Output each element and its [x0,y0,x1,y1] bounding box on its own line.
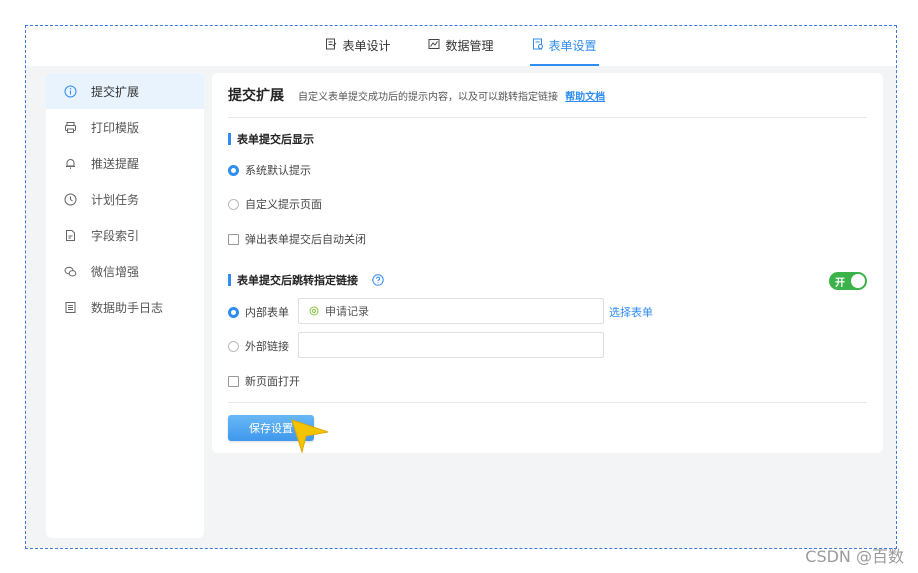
sidebar-item-field-index[interactable]: 字段索引 [46,217,204,253]
radio-custom-page[interactable]: 自定义提示页面 [228,196,322,212]
settings-panel: 提交扩展 自定义表单提交成功后的提示内容，以及可以跳转指定链接 帮助文档 表单提… [212,73,883,453]
radio-button[interactable] [228,306,239,318]
section-marker [228,133,231,145]
radio-default-prompt[interactable]: 系统默认提示 [228,162,311,178]
document-icon [64,229,77,242]
radio-button[interactable] [228,164,239,176]
section-title-display: 表单提交后显示 [228,131,314,147]
sidebar-item-label: 字段索引 [91,228,140,243]
sidebar-item-label: 推送提醒 [91,156,140,171]
sidebar-item-push-reminder[interactable]: 推送提醒 [46,145,204,181]
tab-label: 表单设计 [342,38,391,53]
tab-label: 表单设置 [548,38,597,53]
panel-header: 提交扩展 自定义表单提交成功后的提示内容，以及可以跳转指定链接 帮助文档 [228,73,867,118]
cursor-pointer-icon [291,419,329,454]
list-doc-icon [64,301,77,314]
wechat-icon [64,265,77,278]
radio-label: 外部链接 [245,340,289,353]
form-settings-icon [532,38,544,53]
tab-label: 数据管理 [445,38,494,53]
content-area: 提交扩展 打印模版 推送提醒 计划任务 字段索引 微信增强 数据助手日志 提交扩… [26,66,896,548]
radio-label: 内部表单 [245,306,289,319]
sidebar-item-label: 提交扩展 [91,84,140,99]
checkbox[interactable] [228,375,239,387]
help-question-icon[interactable] [372,274,384,286]
input-value: 申请记录 [325,305,369,318]
section-title-redirect: 表单提交后跳转指定链接 [228,272,384,288]
sidebar-item-wechat-enhance[interactable]: 微信增强 [46,253,204,289]
sidebar-item-label: 打印模版 [91,120,140,135]
internal-form-input[interactable]: 申请记录 [298,298,604,324]
sidebar-item-data-assistant-log[interactable]: 数据助手日志 [46,289,204,325]
sidebar: 提交扩展 打印模版 推送提醒 计划任务 字段索引 微信增强 数据助手日志 [46,73,204,538]
select-form-link[interactable]: 选择表单 [609,304,653,320]
info-circle-icon [64,85,77,98]
external-link-input[interactable] [298,332,604,358]
sidebar-item-label: 计划任务 [91,192,140,207]
help-doc-link[interactable]: 帮助文档 [565,92,605,103]
printer-icon [64,121,77,134]
clock-icon [64,193,77,206]
sidebar-item-print-template[interactable]: 打印模版 [46,109,204,145]
radio-external-link[interactable]: 外部链接 [228,338,289,354]
tab-data-management[interactable]: 数据管理 [426,26,495,66]
toggle-knob [851,274,865,288]
radio-button[interactable] [228,340,239,352]
description-text: 自定义表单提交成功后的提示内容，以及可以跳转指定链接 [298,91,558,103]
checkbox-auto-close[interactable]: 弹出表单提交后自动关闭 [228,231,366,247]
chart-icon [428,38,440,53]
page-description: 自定义表单提交成功后的提示内容，以及可以跳转指定链接 帮助文档 [298,88,605,103]
divider [228,402,867,403]
bell-icon [64,157,77,170]
section-title-text: 表单提交后跳转指定链接 [237,274,358,287]
section-marker [228,274,231,286]
sidebar-item-scheduled-task[interactable]: 计划任务 [46,181,204,217]
checkbox[interactable] [228,233,239,245]
redirect-toggle[interactable]: 开 [829,272,867,290]
checkbox-label: 新页面打开 [245,375,300,388]
sidebar-item-label: 数据助手日志 [91,300,164,315]
sidebar-item-label: 微信增强 [91,264,140,279]
tab-form-settings[interactable]: 表单设置 [529,26,599,66]
page-title: 提交扩展 [228,88,284,104]
radio-label: 自定义提示页面 [245,198,322,211]
target-icon [309,306,319,316]
section-title-text: 表单提交后显示 [237,133,314,146]
watermark: CSDN @百数 [805,547,904,566]
radio-button[interactable] [228,198,239,210]
toggle-label: 开 [835,277,845,289]
radio-internal-form[interactable]: 内部表单 [228,304,289,320]
tab-form-design[interactable]: 表单设计 [323,26,392,66]
sidebar-item-submit-extension[interactable]: 提交扩展 [46,73,204,109]
checkbox-label: 弹出表单提交后自动关闭 [245,233,366,246]
app-frame: 表单设计 数据管理 表单设置 提交扩展 打印模版 推送提醒 计划任务 字段索引 … [25,25,897,549]
form-design-icon [325,38,337,53]
checkbox-new-page[interactable]: 新页面打开 [228,373,300,389]
radio-label: 系统默认提示 [245,164,311,177]
top-nav: 表单设计 数据管理 表单设置 [26,26,896,66]
